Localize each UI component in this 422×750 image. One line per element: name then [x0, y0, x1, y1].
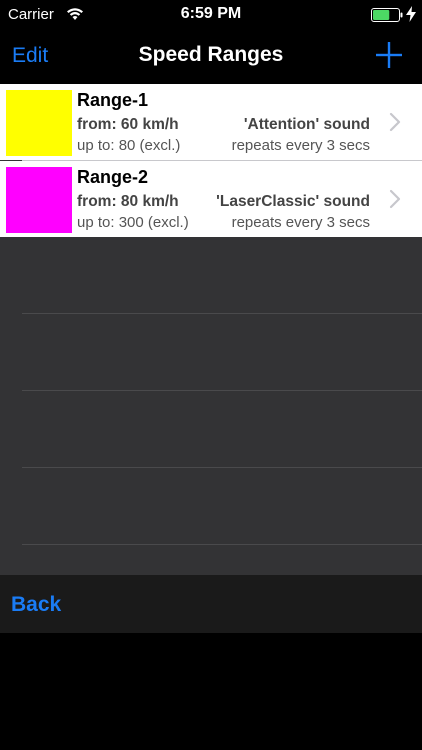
range-repeat: repeats every 3 secs	[231, 214, 370, 231]
range-up-to: up to: 300 (excl.)	[77, 214, 189, 231]
page-title: Speed Ranges	[138, 43, 284, 66]
range-sound: 'Attention' sound	[243, 116, 370, 133]
clock: 6:59 PM	[180, 5, 242, 22]
range-color-swatch	[6, 90, 72, 156]
charging-bolt-icon	[406, 6, 416, 22]
empty-row-divider	[22, 467, 422, 468]
speed-range-list: Range-1 from: 60 km/h up to: 80 (excl.) …	[0, 84, 422, 575]
range-name: Range-2	[77, 167, 149, 187]
range-repeat: repeats every 3 secs	[231, 137, 370, 154]
bottom-blank-area	[0, 633, 422, 750]
empty-row-divider	[22, 390, 422, 391]
nav-bar: Edit Speed Ranges	[0, 30, 422, 84]
range-from: from: 80 km/h	[77, 193, 179, 210]
chevron-right-icon	[389, 112, 401, 132]
chevron-right-icon	[389, 189, 401, 209]
range-name: Range-1	[77, 90, 149, 110]
range-from: from: 60 km/h	[77, 116, 179, 133]
range-up-to: up to: 80 (excl.)	[77, 137, 181, 154]
empty-row-divider	[22, 544, 422, 545]
range-color-swatch	[6, 167, 72, 233]
range-row-2[interactable]: Range-2 from: 80 km/h up to: 300 (excl.)…	[0, 161, 422, 237]
range-sound: 'LaserClassic' sound	[216, 193, 370, 210]
add-range-button[interactable]	[374, 40, 404, 70]
battery-icon	[371, 8, 403, 22]
bottom-toolbar: Back	[0, 575, 422, 633]
range-row-1[interactable]: Range-1 from: 60 km/h up to: 80 (excl.) …	[0, 84, 422, 160]
status-bar: Carrier 6:59 PM	[0, 0, 422, 30]
plus-icon	[376, 42, 402, 68]
empty-row-divider	[22, 313, 422, 314]
back-button[interactable]: Back	[11, 593, 61, 617]
